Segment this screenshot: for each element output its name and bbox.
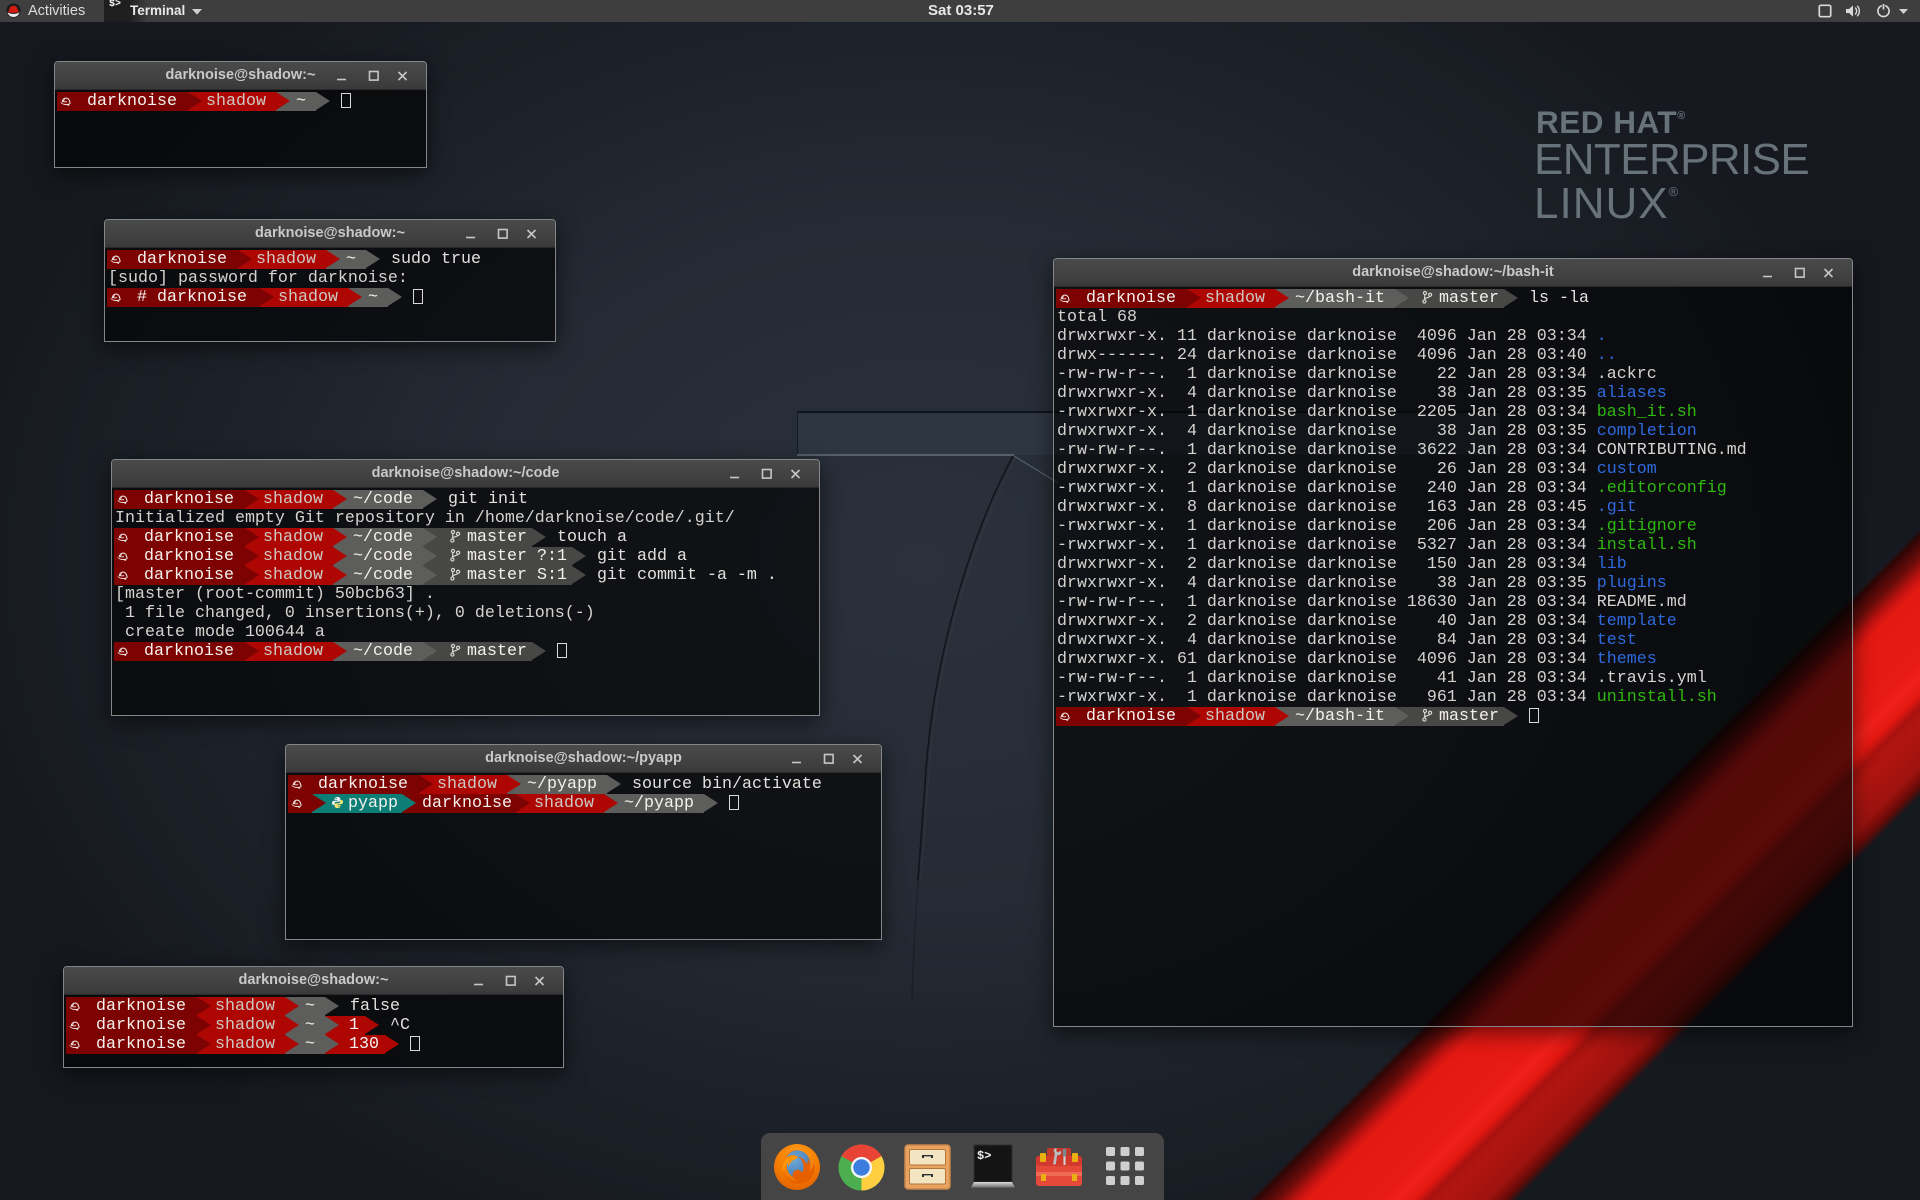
svg-text:$>: $> <box>977 1149 991 1163</box>
